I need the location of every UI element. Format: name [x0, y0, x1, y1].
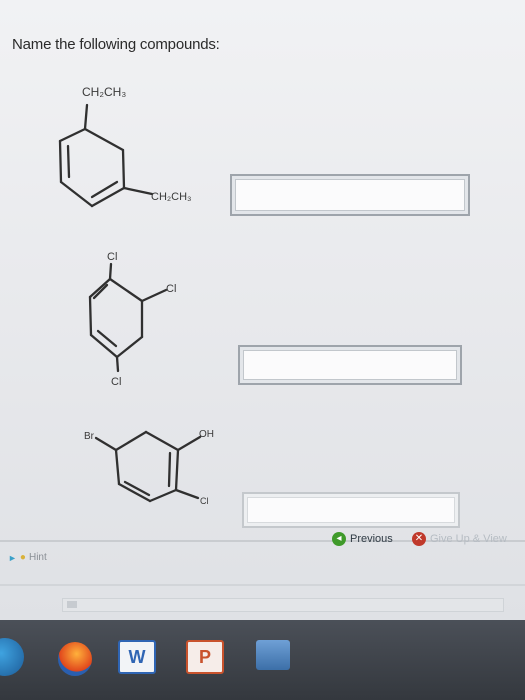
- previous-label: Previous: [350, 533, 393, 545]
- start-button[interactable]: [0, 638, 24, 676]
- taskbar: W P: [0, 620, 525, 700]
- hint-bulb-icon: ●: [19, 552, 26, 563]
- previous-button[interactable]: ◂ Previous: [332, 532, 393, 546]
- word-label: W: [128, 646, 146, 667]
- molecule-2-bottom-substituent: Cl: [111, 376, 121, 388]
- molecule-1-top-substituent: CH₂CH₃: [82, 85, 126, 99]
- molecule-3-left-substituent: Br: [84, 431, 95, 442]
- word-icon[interactable]: W: [118, 640, 156, 674]
- give-up-label: Give Up & View: [430, 533, 507, 545]
- molecule-3-right-substituent: OH: [199, 429, 214, 440]
- molecule-3-bottom-substituent: Cl: [200, 496, 209, 506]
- browser-content: Name the following compounds: CH₂CH₃ CH₂…: [0, 0, 525, 620]
- molecule-2-top-substituent: Cl: [107, 251, 117, 263]
- previous-arrow-icon: ◂: [332, 532, 346, 546]
- molecule-2: Cl Cl Cl: [88, 251, 176, 388]
- molecule-1-right-substituent: CH₂CH₃: [151, 191, 192, 203]
- give-up-x-icon: ✕: [412, 532, 426, 546]
- scrollbar-thumb[interactable]: [67, 601, 77, 608]
- give-up-button[interactable]: ✕ Give Up & View: [412, 532, 507, 546]
- hint-label: Hint: [28, 552, 47, 563]
- answer-input-2[interactable]: [238, 345, 462, 385]
- hint-arrow-icon: ►: [8, 552, 17, 563]
- horizontal-scrollbar[interactable]: [62, 598, 504, 612]
- firefox-icon[interactable]: [58, 642, 92, 676]
- answer-input-3[interactable]: [242, 492, 460, 528]
- molecule-3: Br OH Cl: [84, 429, 214, 506]
- divider-bottom: [0, 584, 525, 586]
- answer-input-1[interactable]: [230, 174, 470, 216]
- molecule-1: CH₂CH₃ CH₂CH₃: [58, 85, 192, 208]
- hint-link[interactable]: ► ● Hint: [8, 552, 47, 563]
- powerpoint-label: P: [198, 646, 211, 667]
- molecule-2-right-substituent: Cl: [166, 283, 176, 295]
- powerpoint-icon[interactable]: P: [186, 640, 224, 674]
- question-title: Name the following compounds:: [12, 36, 220, 53]
- calculator-icon[interactable]: [256, 640, 290, 670]
